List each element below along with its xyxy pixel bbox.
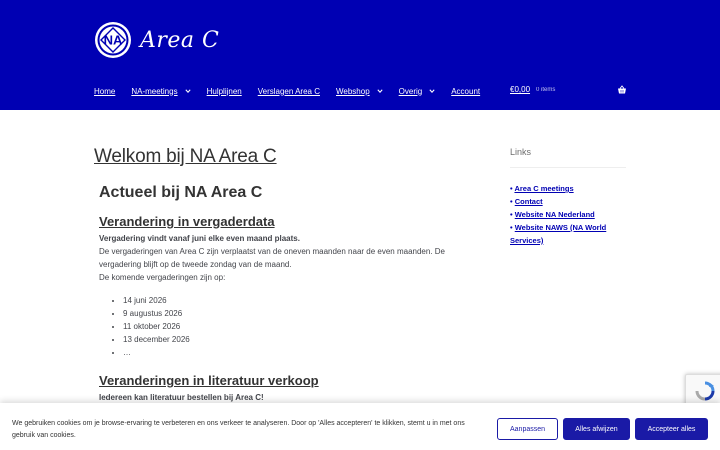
- sidebar-links: • Area C meetings • Contact • Website NA…: [510, 182, 626, 247]
- reject-all-button[interactable]: Alles afwijzen: [563, 418, 630, 440]
- section-heading: Actueel bij NA Area C: [99, 184, 263, 201]
- nav-label: Webshop: [336, 86, 370, 96]
- accept-all-button[interactable]: Accepteer alles: [635, 418, 708, 440]
- nav-item-account[interactable]: Account: [451, 87, 480, 96]
- cart-count: 0 items: [536, 86, 556, 93]
- na-logo-icon: NA: [95, 22, 131, 58]
- basket-icon[interactable]: [617, 85, 627, 95]
- nav-label: Hulplijnen: [206, 86, 242, 96]
- nav-item-home[interactable]: Home: [94, 87, 115, 96]
- section-title-vergaderdata[interactable]: Verandering in vergaderdata: [99, 214, 489, 229]
- sidebar-link-item: • Website NA Nederland: [510, 208, 626, 221]
- widget-title: Links: [510, 147, 626, 168]
- main-content: Actueel bij NA Area C Verandering in ver…: [99, 184, 489, 404]
- chevron-down-icon: [377, 89, 383, 94]
- recaptcha-icon: [695, 381, 715, 401]
- cookie-text: We gebruiken cookies om je browse-ervari…: [12, 420, 465, 439]
- nav-label: Overig: [398, 86, 423, 96]
- chevron-down-icon: [429, 89, 435, 94]
- nav-item-na-meetings[interactable]: NA-meetings: [131, 86, 191, 96]
- cookie-consent-bar: We gebruiken cookies om je browse-ervari…: [0, 403, 720, 450]
- sidebar-link-naws[interactable]: Website NAWS (NA World Services): [510, 223, 606, 245]
- sidebar-link-item: • Contact: [510, 195, 626, 208]
- chevron-down-icon: [184, 89, 191, 94]
- site-header: NA Area C Home NA-meetings Hulplijnen Ve…: [0, 0, 720, 110]
- customize-cookies-button[interactable]: Aanpassen: [497, 418, 558, 440]
- bullet: •: [510, 197, 513, 206]
- nav-label: Home: [94, 86, 116, 96]
- list-item: 14 juni 2026: [123, 294, 489, 307]
- meeting-dates-list: 14 juni 2026 9 augustus 2026 11 oktober …: [123, 294, 489, 359]
- sidebar: Links • Area C meetings • Contact • Webs…: [510, 147, 626, 247]
- page-title[interactable]: Welkom bij NA Area C: [94, 146, 277, 168]
- section-body: De komende vergaderingen zijn op:: [99, 273, 226, 282]
- na-logo-mark: NA: [104, 33, 123, 48]
- nav-item-webshop[interactable]: Webshop: [336, 87, 383, 96]
- nav-item-overig[interactable]: Overig: [399, 87, 436, 96]
- cart-summary[interactable]: €0,00 0 items: [510, 85, 555, 94]
- list-item: 13 december 2026: [123, 333, 489, 346]
- nav-item-verslagen[interactable]: Verslagen Area C: [258, 87, 320, 96]
- list-item: 11 oktober 2026: [123, 320, 489, 333]
- list-item: 9 augustus 2026: [123, 307, 489, 320]
- sidebar-link-item: • Website NAWS (NA World Services): [510, 221, 626, 247]
- nav-item-hulplijnen[interactable]: Hulplijnen: [207, 87, 242, 96]
- site-logo[interactable]: NA Area C: [94, 21, 219, 59]
- sidebar-link-na-nederland[interactable]: Website NA Nederland: [515, 210, 595, 219]
- section-title-literatuur[interactable]: Veranderingen in literatuur verkoop: [99, 373, 489, 388]
- cart-amount: €0,00: [510, 85, 531, 94]
- bullet: •: [510, 223, 513, 232]
- nav-label: Verslagen Area C: [257, 86, 320, 96]
- sidebar-link-item: • Area C meetings: [510, 182, 626, 195]
- primary-nav: Home NA-meetings Hulplijnen Verslagen Ar…: [94, 85, 496, 97]
- bullet: •: [510, 210, 513, 219]
- nav-label: NA-meetings: [131, 86, 178, 96]
- section-body: De vergaderingen van Area C zijn verplaa…: [99, 247, 446, 269]
- section-lead: Vergadering vindt vanaf juni elke even m…: [99, 234, 300, 243]
- sidebar-link-contact[interactable]: Contact: [515, 197, 543, 206]
- bullet: •: [510, 184, 513, 193]
- site-logo-text: Area C: [140, 27, 220, 53]
- sidebar-link-area-c-meetings[interactable]: Area C meetings: [514, 184, 573, 193]
- nav-label: Account: [451, 86, 481, 96]
- list-item: …: [123, 346, 489, 359]
